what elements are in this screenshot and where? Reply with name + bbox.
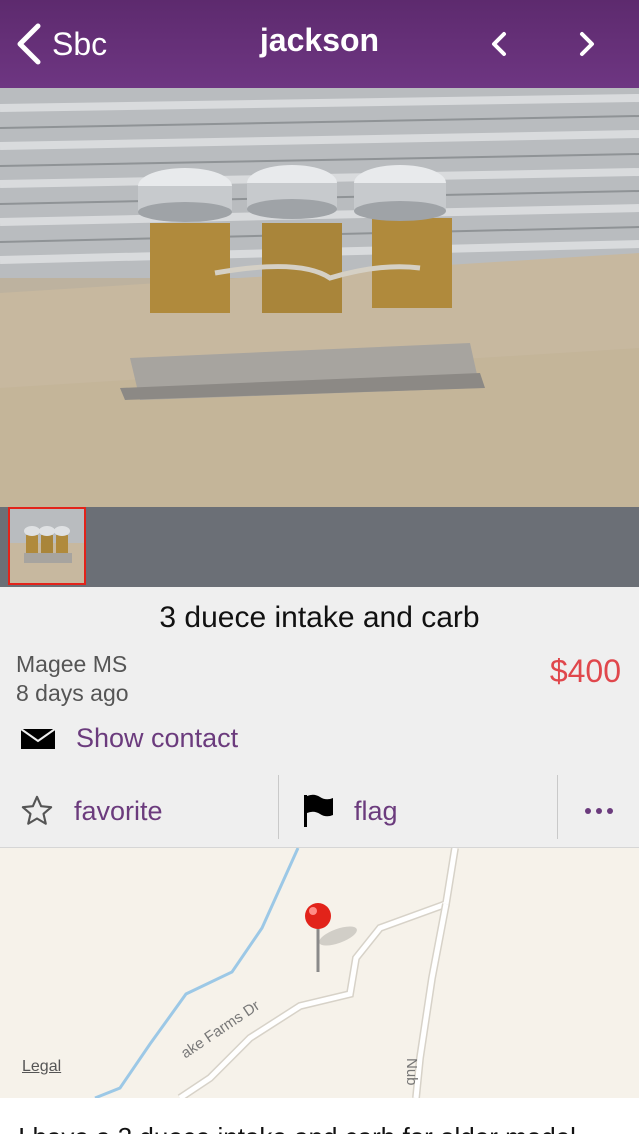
next-listing-button[interactable] xyxy=(572,28,602,60)
carburetor-photo-image xyxy=(0,88,639,507)
ellipsis-icon xyxy=(585,808,613,814)
action-divider xyxy=(278,775,279,839)
envelope-icon xyxy=(20,727,56,749)
listing-description: I have a 3 duece intake and carb for old… xyxy=(0,1098,639,1134)
flag-label: flag xyxy=(354,795,398,826)
show-contact-label: Show contact xyxy=(76,723,239,753)
description-text: I have a 3 duece intake and carb for old… xyxy=(18,1122,576,1134)
show-contact-button[interactable]: Show contact xyxy=(20,723,238,754)
flag-icon xyxy=(304,794,333,827)
thumbnail-strip xyxy=(0,507,639,587)
listing-photo[interactable] xyxy=(0,88,639,507)
location-map[interactable]: ake Farms Dr Nub Legal xyxy=(0,848,639,1098)
listing-title: 3 duece intake and carb xyxy=(159,601,480,634)
road-label: Nub xyxy=(403,1058,420,1086)
previous-listing-button[interactable] xyxy=(484,28,514,60)
listing-age: 8 days ago xyxy=(16,680,129,706)
listing-details: 3 duece intake and carb Magee MS 8 days … xyxy=(0,587,639,848)
map-canvas xyxy=(94,848,459,1098)
favorite-button[interactable]: favorite xyxy=(20,775,163,847)
more-options-button[interactable] xyxy=(584,775,614,847)
action-divider xyxy=(557,775,558,839)
listing-price: $400 xyxy=(549,653,621,689)
listing-location: Magee MS xyxy=(16,651,128,677)
map-legal-link[interactable]: Legal xyxy=(22,1058,61,1076)
carburetor-thumbnail-image xyxy=(10,509,84,583)
page-title: jackson xyxy=(259,22,380,58)
favorite-label: favorite xyxy=(74,795,163,826)
star-icon xyxy=(21,795,53,825)
flag-button[interactable]: flag xyxy=(302,775,398,847)
nav-bar: Sbc jackson xyxy=(0,0,639,88)
thumbnail-1[interactable] xyxy=(8,507,86,585)
action-bar: favorite flag xyxy=(0,775,639,848)
